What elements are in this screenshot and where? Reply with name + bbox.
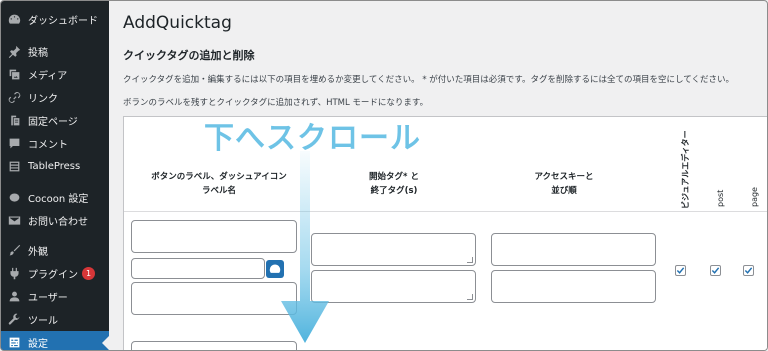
app-window: ダッシュボード 投稿 メディア リンク 固定ページ コメント TablePres… (0, 0, 768, 351)
sidebar-item-label: ダッシュボード (28, 16, 98, 27)
admin-sidebar: ダッシュボード 投稿 メディア リンク 固定ページ コメント TablePres… (1, 1, 109, 350)
sidebar-item-tools[interactable]: ツール (1, 308, 109, 331)
sidebar-item-label: 外観 (28, 247, 48, 258)
sidebar-item-users[interactable]: ユーザー (1, 285, 109, 308)
sidebar-item-label: プラグイン (28, 270, 78, 281)
column-header-tags: 開始タグ* と 終了タグ(s) (324, 170, 464, 198)
sidebar-item-dashboard[interactable]: ダッシュボード (1, 8, 109, 31)
header-text: 開始タグ* と (369, 172, 419, 182)
sidebar-item-label: 設定 (28, 339, 48, 350)
sidebar-item-label: 固定ページ (28, 117, 78, 128)
plugin-icon (7, 267, 21, 281)
update-count-badge: 1 (82, 267, 95, 280)
table-icon (7, 160, 21, 174)
header-text: 並び順 (551, 186, 577, 196)
description-text: クイックタグを追加・編集するには以下の項目を埋めるか変更してください。 * が付… (123, 75, 734, 85)
active-indicator (102, 336, 109, 350)
sidebar-item-label: お問い合わせ (28, 217, 88, 228)
settings-icon (7, 336, 21, 350)
sidebar-item-label: コメント (28, 140, 68, 151)
checkmark-icon (711, 267, 720, 274)
access-key-input[interactable] (491, 233, 656, 266)
sidebar-item-media[interactable]: メディア (1, 63, 109, 86)
brush-icon (7, 244, 21, 258)
description-note: ボランのラベルを残すとクイックタグに追加されず、HTML モードになります。 (123, 98, 429, 108)
column-header-post: post (716, 189, 725, 207)
pin-icon (7, 45, 21, 59)
sidebar-item-label: 投稿 (28, 48, 48, 59)
page-checkbox[interactable] (743, 265, 754, 276)
sidebar-item-cocoon[interactable]: Cocoon 設定 (1, 186, 109, 209)
sidebar-item-label: ユーザー (28, 293, 68, 304)
sidebar-separator (1, 178, 109, 186)
sidebar-item-contact[interactable]: お問い合わせ (1, 209, 109, 232)
checkmark-icon (676, 267, 685, 274)
checkmark-icon (744, 267, 753, 274)
media-icon (7, 68, 21, 82)
sidebar-item-label: ツール (28, 316, 58, 327)
page-title: AddQuicktag (123, 13, 232, 33)
sidebar-separator (1, 32, 109, 40)
sidebar-item-pages[interactable]: 固定ページ (1, 109, 109, 132)
main-content: AddQuicktag クイックタグの追加と削除 クイックタグを追加・編集するに… (109, 1, 767, 350)
header-text: アクセスキーと (534, 172, 594, 182)
sidebar-item-label: リンク (28, 94, 58, 105)
header-divider (124, 211, 767, 212)
visual-editor-checkbox[interactable] (675, 265, 686, 276)
page-icon (7, 114, 21, 128)
link-icon (7, 91, 21, 105)
sidebar-item-comments[interactable]: コメント (1, 132, 109, 155)
resize-handle-icon[interactable] (467, 294, 473, 300)
sidebar-item-links[interactable]: リンク (1, 86, 109, 109)
sidebar-item-label: メディア (28, 71, 68, 82)
dashicon-input[interactable] (131, 258, 265, 279)
post-checkbox[interactable] (710, 265, 721, 276)
column-header-page: page (750, 187, 759, 207)
sidebar-item-appearance[interactable]: 外観 (1, 239, 109, 262)
mail-icon (7, 214, 21, 228)
sidebar-item-posts[interactable]: 投稿 (1, 40, 109, 63)
column-header-access-key: アクセスキーと 並び順 (504, 170, 624, 198)
header-text: 終了タグ(s) (370, 186, 418, 196)
order-input[interactable] (491, 270, 656, 303)
resize-handle-icon[interactable] (467, 257, 473, 263)
dashboard-icon (7, 13, 21, 27)
sidebar-item-plugins[interactable]: プラグイン 1 (1, 262, 109, 285)
sidebar-item-label: TablePress (28, 161, 81, 172)
cocoon-icon (7, 191, 21, 205)
column-header-visual-editor: ビジュアルエディター (681, 130, 690, 209)
comment-icon (7, 137, 21, 151)
sidebar-item-label: Cocoon 設定 (28, 194, 89, 205)
sidebar-item-settings[interactable]: 設定 (1, 331, 109, 350)
wrench-icon (7, 313, 21, 327)
section-title: クイックタグの追加と削除 (123, 49, 255, 62)
sidebar-item-tablepress[interactable]: TablePress (1, 155, 109, 178)
user-icon (7, 290, 21, 304)
down-arrow-icon (281, 151, 329, 343)
